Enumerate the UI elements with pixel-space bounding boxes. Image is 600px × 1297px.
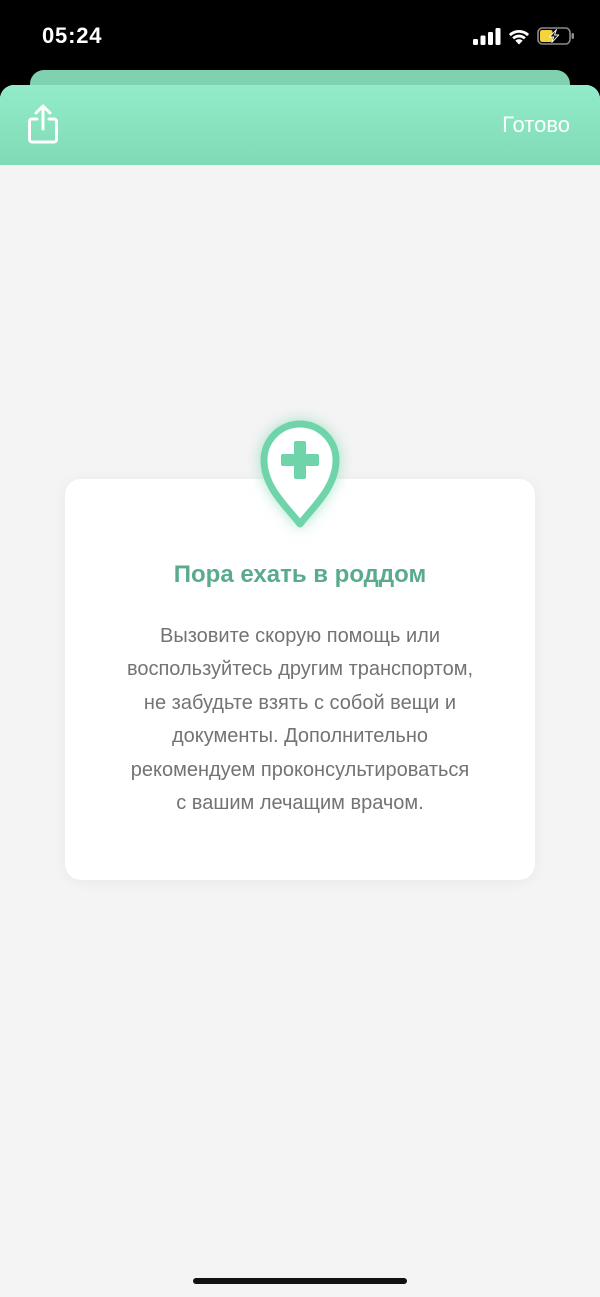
status-time: 05:24 — [42, 23, 103, 48]
wifi-icon — [508, 29, 530, 45]
alert-title: Пора ехать в роддом — [173, 561, 427, 588]
alert-message-line: не забудьте взять с собой вещи и — [143, 691, 457, 714]
battery-charging-icon — [537, 27, 574, 45]
alert-message-line: воспользуйтесь другим транспортом, — [126, 658, 474, 681]
share-button[interactable] — [26, 103, 60, 145]
alert-message: Вызовите скорую помощь или воспользуйтес… — [65, 620, 535, 820]
signal-icon — [473, 28, 501, 45]
phone-screen: 05:24 Готово Пора ехать в роддом Вызовит… — [0, 0, 600, 1297]
hospital-location-pin-icon — [250, 412, 350, 532]
home-indicator[interactable] — [193, 1278, 407, 1284]
done-button[interactable]: Готово — [502, 112, 570, 138]
alert-message-line: документы. Дополнительно — [171, 725, 429, 748]
alert-message-line: Вызовите скорую помощь или — [159, 625, 441, 647]
sheet-header: Готово — [0, 85, 600, 165]
alert-message-line: рекомендуем проконсультироваться — [130, 758, 470, 781]
share-icon — [28, 104, 58, 144]
alert-message-line: с вашим лечащим врачом. — [176, 792, 424, 815]
alert-card: Пора ехать в роддом Вызовите скорую помо… — [65, 479, 535, 880]
modal-sheet: Готово Пора ехать в роддом Вызовите скор… — [0, 85, 600, 1297]
